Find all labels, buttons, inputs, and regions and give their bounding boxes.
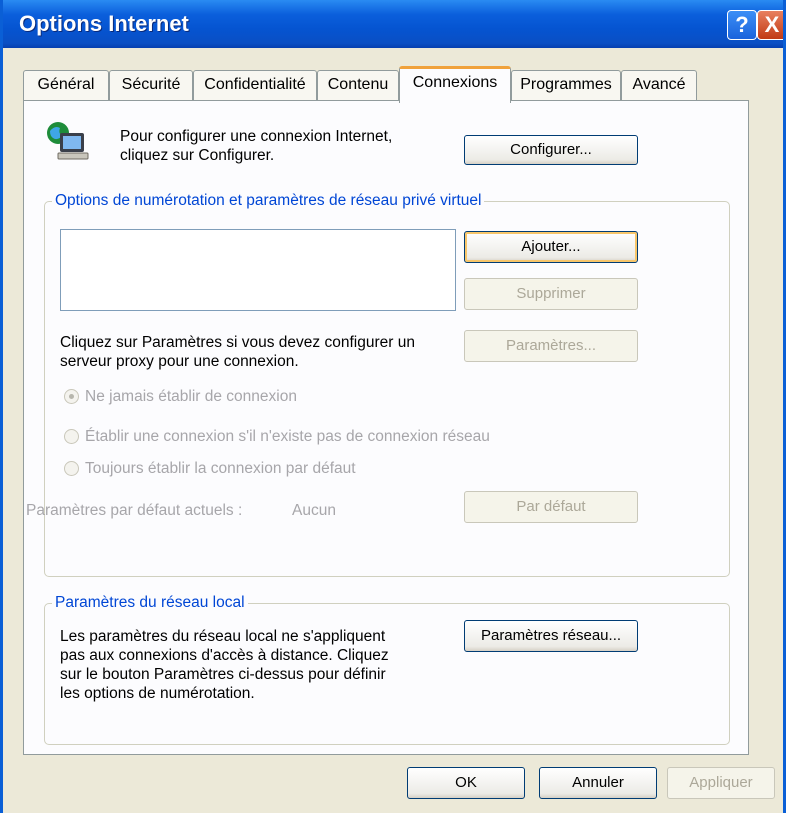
- lan-settings-button[interactable]: Paramètres réseau...: [464, 620, 638, 652]
- tab-security[interactable]: Sécurité: [109, 70, 193, 100]
- tab-connections[interactable]: Connexions: [399, 66, 511, 103]
- proxy-text-line1: Cliquez sur Paramètres si vous devez con…: [60, 334, 415, 351]
- tab-content[interactable]: Contenu: [317, 70, 399, 100]
- add-button[interactable]: Ajouter...: [464, 231, 638, 263]
- current-default-label: Paramètres par défaut actuels :: [26, 502, 243, 519]
- connections-panel: Pour configurer une connexion Internet, …: [23, 100, 749, 755]
- lan-text-line2: pas aux connexions d'accès à distance. C…: [60, 647, 389, 664]
- radio-dial-when-no-network[interactable]: [64, 429, 79, 444]
- tab-general[interactable]: Général: [23, 70, 109, 100]
- configure-button[interactable]: Configurer...: [464, 135, 638, 165]
- lan-text-line3: sur le bouton Paramètres ci-dessus pour …: [60, 666, 386, 683]
- radio-dial-when-no-network-label: Établir une connexion s'il n'existe pas …: [85, 428, 490, 445]
- network-connection-icon: [47, 122, 89, 160]
- proxy-text-line2: serveur proxy pour une connexion.: [60, 353, 299, 370]
- lan-text-line4: les options de numérotation.: [60, 685, 255, 702]
- dialup-vpn-legend: Options de numérotation et paramètres de…: [52, 192, 485, 210]
- radio-never-dial[interactable]: [64, 389, 79, 404]
- internet-options-dialog: Options Internet ? X Général Sécurité Co…: [0, 0, 786, 813]
- radio-never-dial-label: Ne jamais établir de connexion: [85, 388, 297, 405]
- tab-advanced[interactable]: Avancé: [621, 70, 697, 100]
- setup-text-line2: cliquez sur Configurer.: [120, 147, 275, 164]
- lan-text-line1: Les paramètres du réseau local ne s'appl…: [60, 628, 386, 645]
- apply-button[interactable]: Appliquer: [667, 767, 775, 799]
- title-bar[interactable]: Options Internet ? X: [3, 0, 783, 48]
- current-default-value: Aucun: [292, 502, 336, 519]
- remove-button[interactable]: Supprimer: [464, 278, 638, 310]
- ok-button[interactable]: OK: [407, 767, 525, 799]
- cancel-button[interactable]: Annuler: [539, 767, 657, 799]
- setup-text-line1: Pour configurer une connexion Internet,: [120, 128, 393, 145]
- tab-strip: Général Sécurité Confidentialité Contenu…: [23, 66, 783, 103]
- radio-always-dial-label: Toujours établir la connexion par défaut: [85, 460, 356, 477]
- tab-privacy[interactable]: Confidentialité: [193, 70, 317, 100]
- settings-button[interactable]: Paramètres...: [464, 330, 638, 362]
- close-button[interactable]: X: [757, 10, 783, 40]
- tab-programs[interactable]: Programmes: [511, 70, 621, 100]
- lan-settings-legend: Paramètres du réseau local: [52, 594, 248, 612]
- help-button[interactable]: ?: [727, 10, 757, 40]
- set-default-button[interactable]: Par défaut: [464, 491, 638, 523]
- radio-always-dial[interactable]: [64, 461, 79, 476]
- window-title: Options Internet: [19, 11, 189, 36]
- connections-listbox[interactable]: [60, 229, 456, 311]
